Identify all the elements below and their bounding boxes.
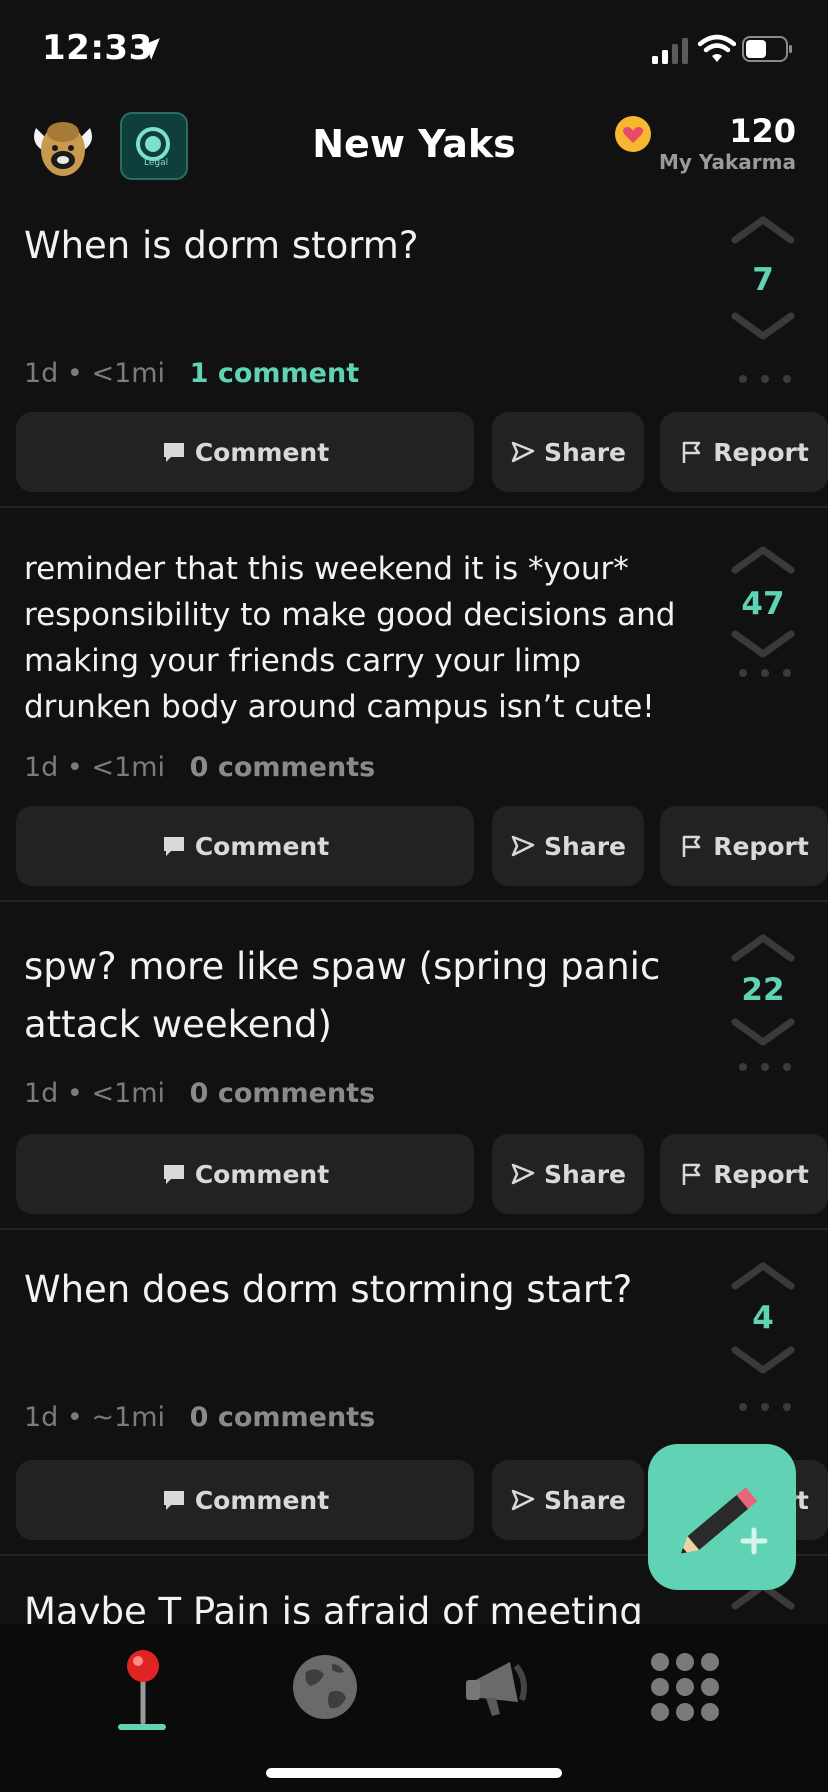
comment-button[interactable]: Comment: [16, 412, 474, 492]
flag-icon: [682, 441, 701, 463]
heart-coin-icon: [614, 116, 651, 152]
meta-separator: •: [66, 1078, 83, 1109]
post-age: 1d: [24, 358, 59, 389]
top-header: Legal New Yaks 120 My Yakarma: [0, 104, 828, 204]
chevron-down-icon[interactable]: [731, 630, 795, 660]
flag-icon: [682, 1163, 701, 1185]
speech-bubble-icon: [163, 837, 184, 856]
post-text[interactable]: Maybe T Pain is afraid of meeting: [24, 1588, 714, 1624]
yakarma-counter[interactable]: 120 My Yakarma: [614, 112, 796, 174]
home-indicator[interactable]: [266, 1768, 562, 1778]
compose-button[interactable]: [648, 1444, 796, 1590]
post-distance: ~1mi: [91, 1402, 166, 1433]
chevron-up-icon[interactable]: [731, 544, 795, 574]
chevron-up-icon[interactable]: [731, 214, 795, 244]
post-text[interactable]: reminder that this weekend it is *your* …: [24, 546, 714, 730]
yak-post: spw? more like spaw (spring panic attack…: [0, 902, 828, 1230]
active-tab-indicator: [118, 1724, 166, 1730]
meta-separator: •: [66, 358, 83, 389]
post-distance: <1mi: [91, 752, 166, 783]
comment-button[interactable]: Comment: [16, 1460, 474, 1540]
comment-count-link[interactable]: 0 comments: [190, 1078, 376, 1109]
send-icon: [511, 441, 535, 463]
comment-count-link[interactable]: 0 comments: [190, 1402, 376, 1433]
signal-icon: [652, 38, 688, 64]
speech-bubble-icon: [163, 443, 184, 462]
pencil-plus-icon: [681, 1487, 768, 1555]
vote-control: 4: [724, 1260, 802, 1376]
post-actions: Comment Share Report: [16, 412, 828, 492]
post-meta: 1d • <1mi 1 comment: [24, 358, 359, 389]
wifi-icon: [698, 34, 736, 62]
vote-count: 7: [752, 262, 774, 298]
meta-separator: •: [66, 1402, 83, 1433]
chevron-down-icon[interactable]: [731, 1018, 795, 1048]
map-pin-icon[interactable]: [98, 1642, 188, 1732]
report-button[interactable]: Report: [660, 412, 828, 492]
yakarma-value: 120: [729, 112, 796, 150]
post-actions: Comment Share Report: [16, 806, 828, 886]
post-age: 1d: [24, 1402, 59, 1433]
send-icon: [511, 835, 535, 857]
post-text[interactable]: spw? more like spaw (spring panic attack…: [24, 938, 714, 1054]
yakarma-label: My Yakarma: [658, 150, 796, 174]
yak-post: reminder that this weekend it is *your* …: [0, 508, 828, 902]
report-button[interactable]: Report: [660, 1134, 828, 1214]
chevron-down-icon[interactable]: [731, 312, 795, 342]
share-button[interactable]: Share: [492, 806, 644, 886]
post-meta: 1d • <1mi 0 comments: [24, 1078, 375, 1109]
post-distance: <1mi: [91, 358, 166, 389]
vote-control: 7: [724, 214, 802, 342]
bottom-tab-bar: [0, 1624, 828, 1792]
post-meta: 1d • <1mi 0 comments: [24, 752, 375, 783]
post-text[interactable]: When does dorm storming start?: [24, 1266, 714, 1314]
location-arrow-icon: [138, 38, 160, 60]
post-actions: Comment Share Report: [16, 1134, 828, 1214]
speech-bubble-icon: [163, 1491, 184, 1510]
send-icon: [511, 1489, 535, 1511]
megaphone-icon[interactable]: [456, 1642, 546, 1732]
more-dots-icon[interactable]: [738, 1062, 792, 1072]
more-dots-icon[interactable]: [738, 1402, 792, 1412]
vote-control: 22: [724, 932, 802, 1048]
meta-separator: •: [66, 752, 83, 783]
globe-icon[interactable]: [280, 1642, 370, 1732]
comment-count-link[interactable]: 1 comment: [190, 358, 359, 389]
more-dots-icon[interactable]: [738, 374, 792, 384]
yak-post: When is dorm storm? 1d • <1mi 1 comment …: [0, 204, 828, 508]
vote-count: 4: [752, 1300, 774, 1336]
flag-icon: [682, 835, 701, 857]
post-age: 1d: [24, 752, 59, 783]
post-distance: <1mi: [91, 1078, 166, 1109]
vote-control: 47: [724, 544, 802, 660]
status-bar: 12:33: [0, 0, 828, 100]
comment-button[interactable]: Comment: [16, 806, 474, 886]
post-text[interactable]: When is dorm storm?: [24, 222, 714, 270]
more-dots-icon[interactable]: [738, 668, 792, 678]
comment-count-link[interactable]: 0 comments: [190, 752, 376, 783]
battery-icon: [742, 36, 792, 62]
share-button[interactable]: Share: [492, 1460, 644, 1540]
vote-count: 47: [741, 586, 785, 622]
vote-count: 22: [741, 972, 785, 1008]
chevron-up-icon[interactable]: [731, 932, 795, 962]
share-button[interactable]: Share: [492, 1134, 644, 1214]
post-age: 1d: [24, 1078, 59, 1109]
grid-icon[interactable]: [640, 1642, 730, 1732]
chevron-down-icon[interactable]: [731, 1346, 795, 1376]
post-meta: 1d • ~1mi 0 comments: [24, 1402, 375, 1433]
speech-bubble-icon: [163, 1165, 184, 1184]
chevron-up-icon[interactable]: [731, 1260, 795, 1290]
report-button[interactable]: Report: [660, 806, 828, 886]
yak-feed[interactable]: When is dorm storm? 1d • <1mi 1 comment …: [0, 204, 828, 1624]
comment-button[interactable]: Comment: [16, 1134, 474, 1214]
share-button[interactable]: Share: [492, 412, 644, 492]
send-icon: [511, 1163, 535, 1185]
